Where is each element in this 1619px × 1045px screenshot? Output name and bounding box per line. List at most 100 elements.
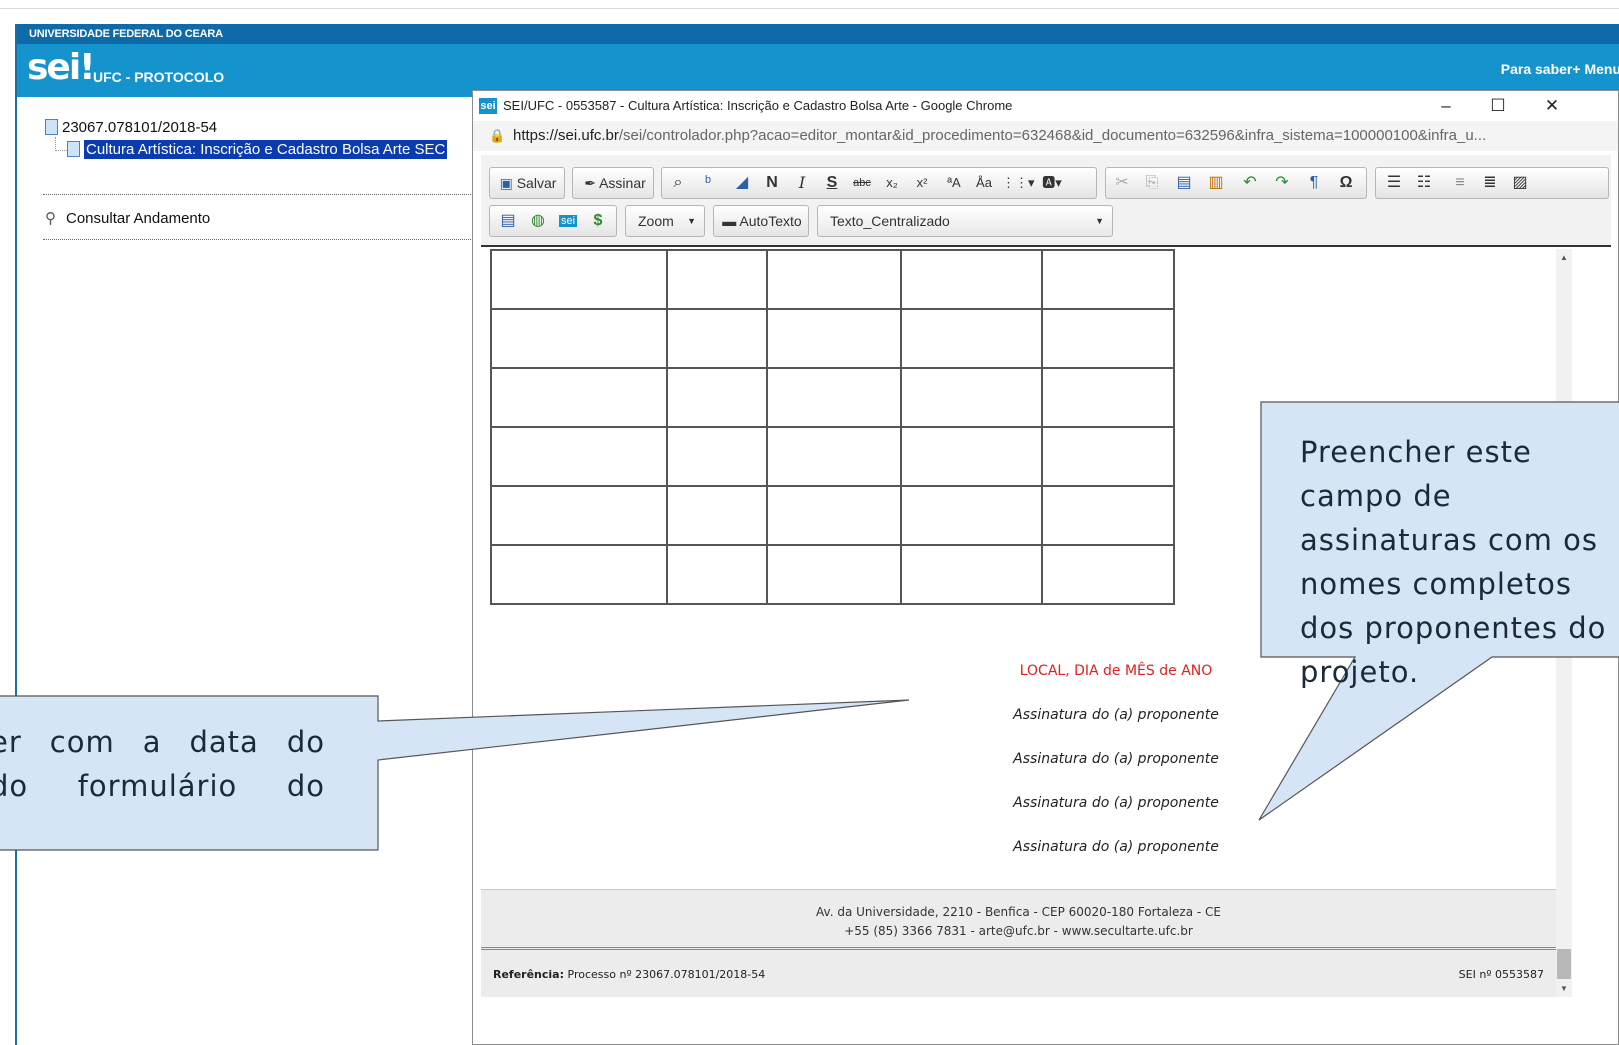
autotext-button[interactable]: ▬ AutoTexto (713, 205, 809, 237)
institution-bar: UNIVERSIDADE FEDERAL DO CEARA (17, 24, 1619, 44)
numbered-list-icon[interactable]: ☰ (1380, 168, 1408, 198)
table-cell[interactable] (1041, 485, 1175, 546)
consult-andamento-link[interactable]: ⚲ Consultar Andamento (45, 209, 210, 227)
signature-line[interactable]: Assinatura do (a) proponente (911, 707, 1321, 723)
doc-icon[interactable]: ▤ (494, 206, 522, 236)
omega-button[interactable]: Ω (1332, 168, 1360, 198)
bold-button[interactable]: N (758, 168, 786, 198)
table-cell[interactable] (666, 308, 768, 369)
table-cell[interactable] (766, 308, 902, 369)
paste-icon[interactable]: ▤ (1170, 168, 1198, 198)
cut-icon[interactable]: ✂ (1108, 168, 1136, 198)
autotext-label: AutoTexto (739, 213, 802, 229)
redo-icon[interactable]: ↷ (1268, 168, 1296, 198)
signature-line[interactable]: Assinatura do (a) proponente (911, 839, 1321, 855)
table-row (490, 249, 1175, 310)
document-label[interactable]: Cultura Artística: Inscrição e Cadastro … (84, 140, 448, 159)
scroll-down-icon[interactable]: ▼ (1560, 984, 1568, 993)
close-button[interactable]: ✕ (1529, 91, 1575, 121)
table-cell[interactable] (490, 426, 668, 487)
zoom-select[interactable]: Zoom ▼ (625, 205, 705, 237)
table-cell[interactable] (900, 426, 1043, 487)
table-cell[interactable] (666, 367, 768, 428)
window-titlebar[interactable]: sei SEI/UFC - 0553587 - Cultura Artístic… (473, 91, 1618, 121)
table-cell[interactable] (900, 249, 1043, 310)
undo-icon[interactable]: ↶ (1236, 168, 1264, 198)
table-cell[interactable] (900, 485, 1043, 546)
table-cell[interactable] (666, 426, 768, 487)
table-cell[interactable] (490, 485, 668, 546)
italic-button[interactable]: I (788, 168, 816, 198)
table-cell[interactable] (666, 249, 768, 310)
date-line[interactable]: LOCAL, DIA de MÊS de ANO (911, 663, 1321, 679)
url-text[interactable]: https://sei.ufc.br/sei/controlador.php?a… (513, 121, 1486, 151)
replace-icon[interactable]: ᵇ (694, 168, 722, 198)
maximize-button[interactable]: ☐ (1475, 91, 1521, 121)
sei-tools-group: ▤ ◍ sei $ (489, 205, 617, 237)
signature-line[interactable]: Assinatura do (a) proponente (911, 751, 1321, 767)
table-cell[interactable] (490, 544, 668, 605)
key-icon: ⚲ (45, 210, 56, 227)
sign-button[interactable]: ✒ Assinar (572, 167, 654, 199)
save-icon: ▣ (499, 175, 517, 191)
text-color-icon[interactable]: 🅰▾ (1038, 168, 1066, 198)
table-cell[interactable] (666, 485, 768, 546)
bullet-list-icon[interactable]: ☷ (1410, 168, 1438, 198)
scroll-thumb[interactable] (1557, 949, 1571, 979)
table-cell[interactable] (490, 367, 668, 428)
process-folder-icon (45, 119, 58, 135)
strikethrough-abc-button[interactable]: abc (848, 168, 876, 198)
dollar-icon[interactable]: $ (584, 206, 612, 236)
table-row (490, 426, 1175, 487)
table-cell[interactable] (1041, 367, 1175, 428)
paste-text-icon[interactable]: ▥ (1202, 168, 1230, 198)
table-cell[interactable] (1041, 544, 1175, 605)
signature-line[interactable]: Assinatura do (a) proponente (911, 795, 1321, 811)
table-cell[interactable] (490, 308, 668, 369)
style-select[interactable]: Texto_Centralizado ▼ (817, 205, 1113, 237)
pen-icon: ✒ (584, 175, 600, 191)
subscript-icon[interactable]: x₂ (878, 168, 906, 198)
table-cell[interactable] (900, 308, 1043, 369)
uppercase-icon[interactable]: ªA (940, 168, 968, 198)
superscript-icon[interactable]: x² (908, 168, 936, 198)
table-cell[interactable] (1041, 249, 1175, 310)
address-bar[interactable]: 🔒 https://sei.ufc.br/sei/controlador.php… (473, 121, 1618, 151)
pilcrow-button[interactable]: ¶ (1300, 168, 1328, 198)
save-button[interactable]: ▣ Salvar (489, 167, 565, 199)
style-label: Texto_Centralizado (830, 213, 950, 229)
right-callout-text: Preencher este campo de assinaturas com … (1300, 435, 1607, 689)
table-grid-icon[interactable]: ⋮⋮▾ (1002, 168, 1035, 198)
lowercase-icon[interactable]: Åa (970, 168, 998, 198)
copy-icon[interactable]: ⎘ (1138, 168, 1166, 198)
help-menu-link[interactable]: Para saber+ Menu (1501, 61, 1619, 77)
table-cell[interactable] (766, 485, 902, 546)
table-cell[interactable] (900, 367, 1043, 428)
find-icon[interactable]: ⌕ (664, 168, 692, 198)
table-cell[interactable] (766, 367, 902, 428)
table-cell[interactable] (766, 426, 902, 487)
left-callout-line: do formulário do (0, 769, 325, 803)
table-cell[interactable] (766, 249, 902, 310)
globe-icon[interactable]: ◍ (524, 206, 552, 236)
tree-document-node[interactable]: Cultura Artística: Inscrição e Cadastro … (67, 140, 448, 159)
table-cell[interactable] (1041, 426, 1175, 487)
image-icon[interactable]: ▨ (1506, 168, 1534, 198)
screen: UNIVERSIDADE FEDERAL DO CEARA sei! UFC -… (0, 0, 1619, 1045)
outdent-icon[interactable]: ≡ (1446, 168, 1474, 198)
table-cell[interactable] (666, 544, 768, 605)
consult-label[interactable]: Consultar Andamento (66, 210, 210, 227)
table-cell[interactable] (766, 544, 902, 605)
scroll-up-icon[interactable]: ▲ (1560, 253, 1568, 262)
eraser-icon[interactable]: ◢ (728, 168, 756, 198)
minimize-button[interactable]: – (1423, 91, 1469, 121)
sei-logo[interactable]: sei! (27, 48, 96, 88)
process-number[interactable]: 23067.078101/2018-54 (62, 119, 217, 136)
tree-process-node[interactable]: 23067.078101/2018-54 (45, 119, 217, 136)
table-cell[interactable] (490, 249, 668, 310)
table-cell[interactable] (1041, 308, 1175, 369)
table-cell[interactable] (900, 544, 1043, 605)
sei-link-icon[interactable]: sei (554, 206, 582, 236)
strike-button[interactable]: S (818, 168, 846, 198)
indent-icon[interactable]: ≣ (1476, 168, 1504, 198)
